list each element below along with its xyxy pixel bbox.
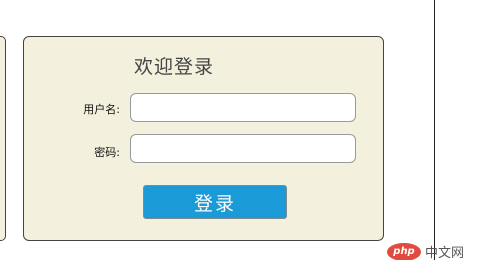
previous-panel-edge <box>0 36 6 241</box>
login-panel: 欢迎登录 用户名: 密码: 登录 <box>23 36 384 241</box>
password-label: 密码: <box>94 146 120 159</box>
php-logo-icon: php <box>387 242 421 260</box>
page: 欢迎登录 用户名: 密码: 登录 php 中文网 <box>0 0 478 260</box>
password-input[interactable] <box>130 134 356 163</box>
login-title: 欢迎登录 <box>134 56 215 78</box>
username-input[interactable] <box>130 93 356 122</box>
username-label: 用户名: <box>83 103 120 116</box>
site-watermark: php 中文网 <box>387 242 464 260</box>
login-button[interactable]: 登录 <box>143 185 287 219</box>
watermark-text: 中文网 <box>425 246 465 260</box>
vertical-divider <box>434 0 435 260</box>
